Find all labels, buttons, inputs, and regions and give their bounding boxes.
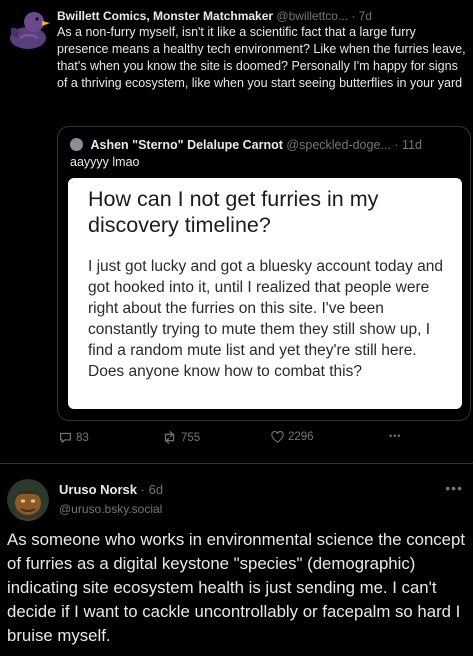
- post-text: As a non-furry myself, isn't it like a s…: [57, 25, 466, 90]
- quoted-post-header: Ashen "Sterno" Delalupe Carnot @speckled…: [70, 137, 422, 153]
- reply-count: 83: [76, 431, 89, 444]
- repost-icon: [164, 431, 175, 444]
- like-button[interactable]: 2296: [271, 431, 314, 443]
- post-actions: 83 755 2296 •••: [59, 431, 439, 447]
- post[interactable]: Bwillett Comics, Monster Matchmaker @bwi…: [0, 0, 473, 463]
- repost-button[interactable]: 755: [162, 431, 200, 444]
- post-time[interactable]: · 7d: [351, 9, 372, 23]
- quoted-post-text: aayyyy lmao: [70, 155, 140, 169]
- author-name[interactable]: Bwillett Comics, Monster Matchmaker: [57, 9, 273, 23]
- reply-author[interactable]: Uruso Norsk · 6d: [59, 482, 163, 497]
- quoted-avatar[interactable]: [70, 138, 83, 151]
- user-avatar-icon[interactable]: [7, 479, 49, 521]
- reply-text: As someone who works in environmental sc…: [7, 530, 465, 645]
- repost-count: 755: [181, 431, 201, 444]
- like-icon: [271, 431, 284, 443]
- quoted-author-handle: @speckled-doge...: [286, 138, 391, 152]
- post-header: Bwillett Comics, Monster Matchmaker @bwi…: [57, 8, 467, 24]
- image-body: I just got lucky and got a bluesky accou…: [88, 258, 444, 380]
- quoted-author-name: Ashen "Sterno" Delalupe Carnot: [90, 138, 283, 152]
- reply-time[interactable]: · 6d: [141, 482, 163, 497]
- reply-icon: [60, 432, 71, 443]
- reply-button[interactable]: 83: [59, 431, 89, 444]
- quoted-post-time: · 11d: [394, 138, 422, 152]
- quoted-image[interactable]: How can I not get furries in my discover…: [68, 178, 462, 409]
- reply-post[interactable]: Uruso Norsk · 6d @uruso.bsky.social ••• …: [0, 464, 473, 656]
- like-count: 2296: [288, 431, 314, 443]
- duck-avatar-icon[interactable]: [6, 8, 50, 52]
- quoted-post[interactable]: Ashen "Sterno" Delalupe Carnot @speckled…: [57, 126, 471, 421]
- more-icon[interactable]: •••: [389, 431, 401, 441]
- reply-handle[interactable]: @uruso.bsky.social: [59, 502, 162, 516]
- image-title: How can I not get furries in my discover…: [88, 187, 379, 237]
- author-handle[interactable]: @bwillettco...: [276, 9, 348, 23]
- reply-author-name[interactable]: Uruso Norsk: [59, 482, 137, 497]
- more-icon[interactable]: •••: [445, 480, 463, 496]
